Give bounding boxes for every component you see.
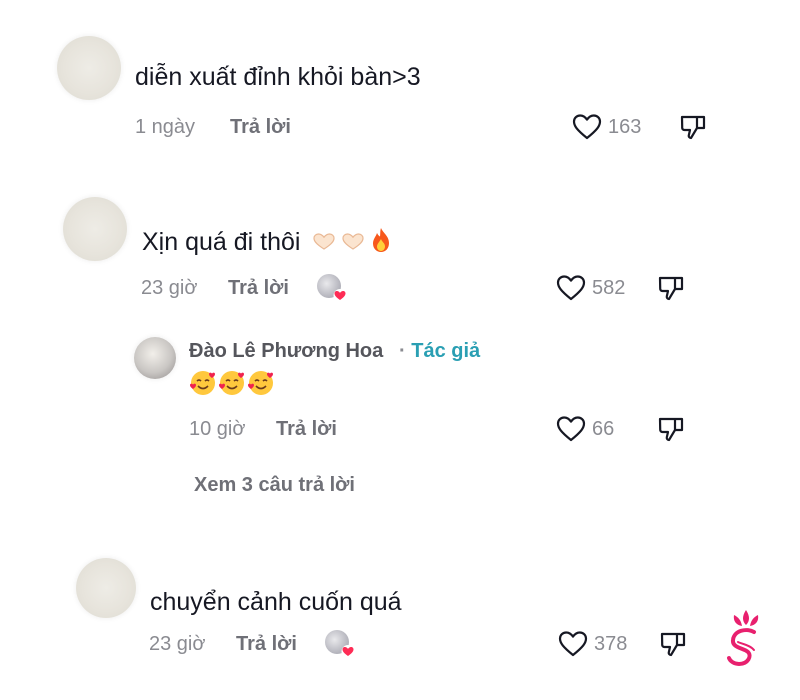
reply-time: 10 giờ (189, 418, 246, 440)
like-count: 378 (594, 632, 628, 655)
smiling-face-with-hearts-emoji-icon (190, 371, 215, 395)
dislike-icon[interactable] (657, 274, 685, 302)
reply-author-name[interactable]: Đào Lê Phương Hoa (189, 340, 383, 363)
like-count: 66 (592, 417, 615, 440)
smiling-face-with-hearts-emoji-icon (219, 371, 244, 395)
comment-time: 23 giờ (141, 277, 198, 299)
liked-heart-icon (333, 289, 347, 302)
creator-liked-avatar (317, 274, 347, 302)
commenter-avatar[interactable] (76, 558, 136, 618)
dislike-icon[interactable] (657, 415, 685, 443)
heart-outline-icon (572, 114, 602, 140)
author-badge-separator: · (399, 340, 406, 362)
liked-heart-icon (341, 645, 355, 658)
dislike-icon[interactable] (659, 630, 687, 658)
like-count: 582 (592, 276, 626, 299)
heart-hands-emoji-icon (313, 229, 336, 258)
watermark-logo-icon (727, 610, 759, 667)
comment-time: 23 giờ (149, 633, 206, 655)
commenter-avatar[interactable] (63, 197, 127, 261)
heart-outline-icon (558, 631, 588, 657)
author-badge-label: Tác giả (411, 340, 481, 362)
like-button[interactable]: 582 (556, 274, 625, 302)
comment-text: Xịn quá đi thôi (142, 227, 391, 260)
smiling-face-with-hearts-emoji-icon (248, 371, 273, 395)
comment-time: 1 ngày (135, 116, 196, 138)
reply-author-avatar[interactable] (134, 337, 176, 379)
comment-text: diễn xuất đỉnh khỏi bàn>3 (135, 63, 421, 91)
reply-button[interactable]: Trả lời (228, 277, 289, 300)
creator-liked-avatar (325, 630, 355, 658)
reply-button[interactable]: Trả lời (236, 633, 297, 656)
like-button[interactable]: 163 (572, 113, 641, 141)
like-button[interactable]: 66 (556, 415, 614, 443)
heart-hands-emoji-icon (342, 229, 364, 258)
like-button[interactable]: 378 (558, 630, 627, 658)
heart-outline-icon (556, 416, 586, 442)
comment-text-content: Xịn quá đi thôi (142, 228, 301, 257)
author-badge: · Tác giả (399, 340, 480, 363)
reply-text (189, 369, 275, 397)
reply-button[interactable]: Trả lời (276, 418, 337, 441)
commenter-avatar[interactable] (57, 36, 121, 100)
reply-button[interactable]: Trả lời (230, 116, 291, 139)
view-more-replies-button[interactable]: Xem 3 câu trả lời (194, 474, 355, 497)
heart-outline-icon (556, 275, 586, 301)
comment-text: chuyển cảnh cuốn quá (150, 588, 402, 616)
like-count: 163 (608, 115, 642, 138)
dislike-icon[interactable] (679, 113, 707, 141)
fire-emoji-icon (371, 227, 391, 260)
